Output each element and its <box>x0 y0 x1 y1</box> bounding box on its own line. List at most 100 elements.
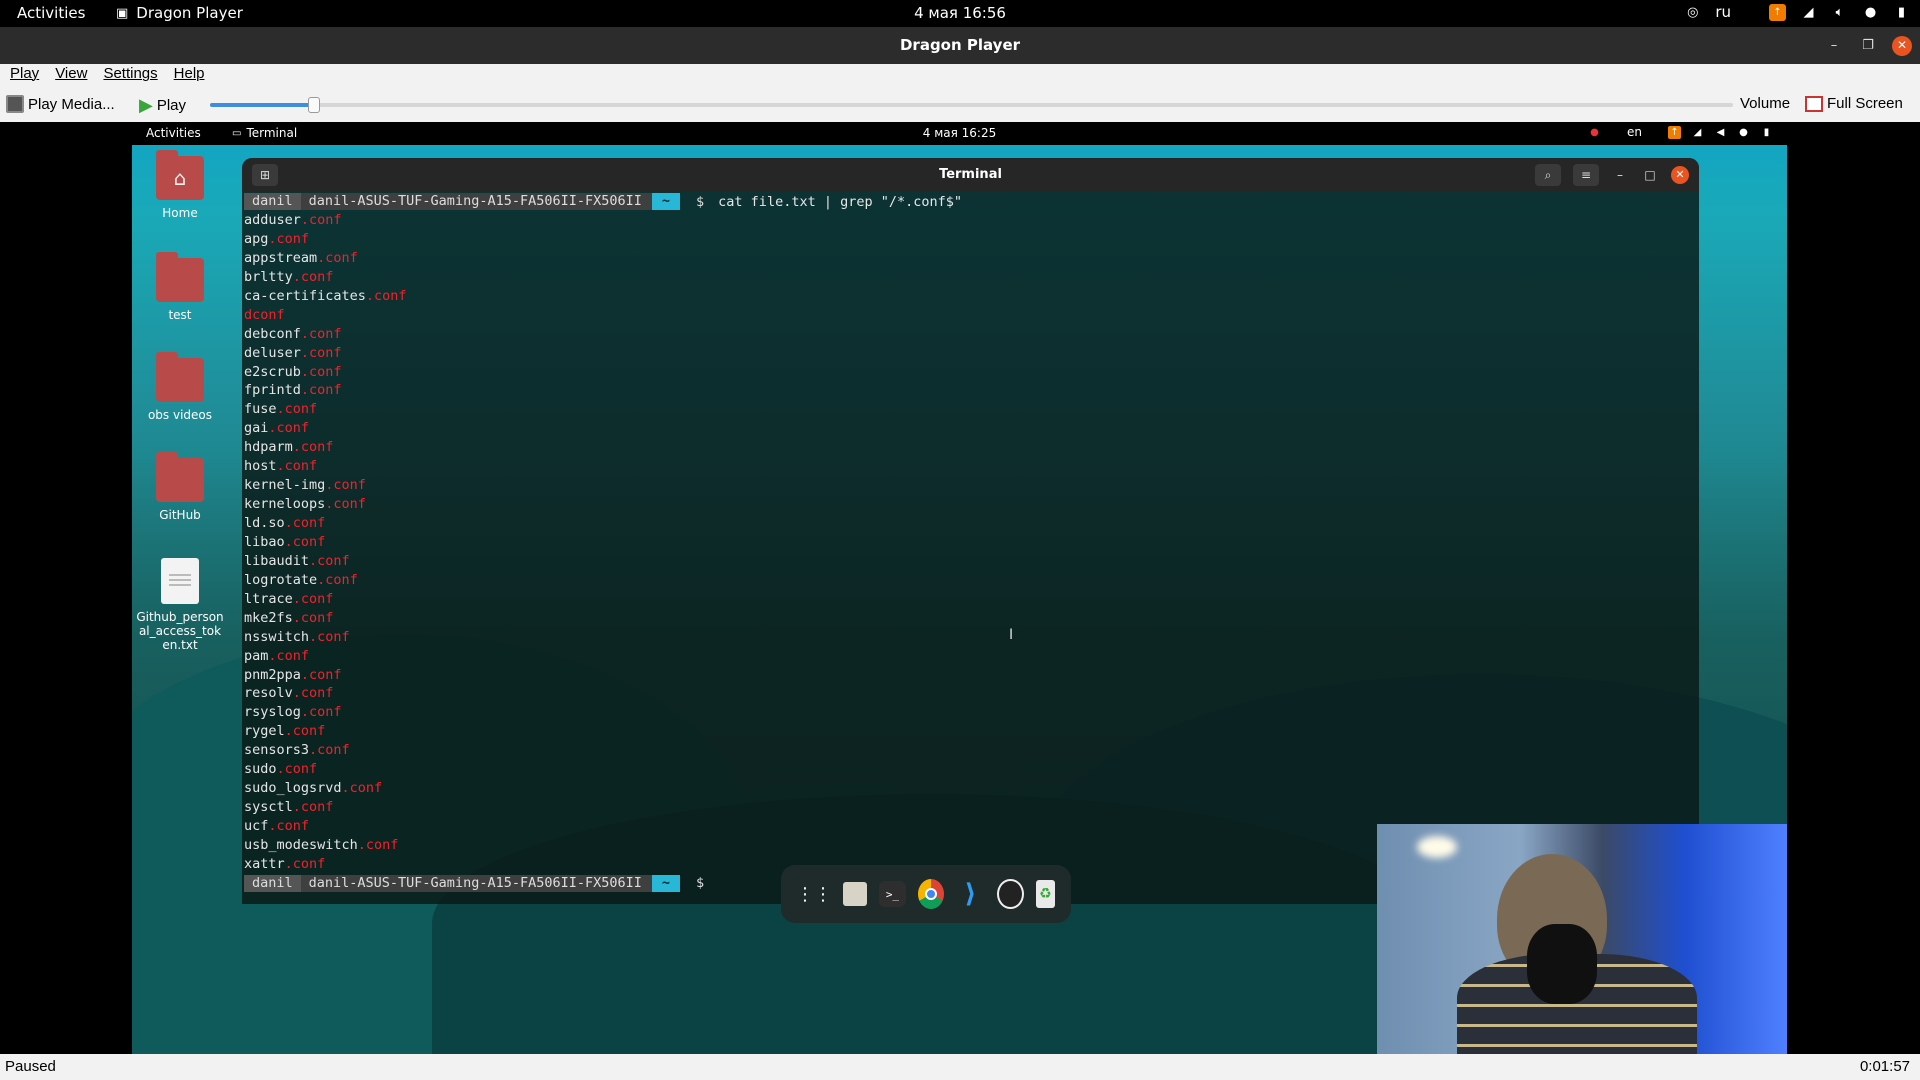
filename: ltrace <box>244 590 293 607</box>
output-line: gai.conf <box>244 419 1699 438</box>
seek-progress <box>210 103 315 107</box>
desktop-icon-label: Home <box>162 206 198 220</box>
filename: e2scrub <box>244 363 301 380</box>
match-highlight: .conf <box>300 344 342 361</box>
filename: sudo_logsrvd <box>244 780 342 797</box>
search-icon: ⌕ <box>1535 164 1561 186</box>
dock: ⋮⋮ >_ ⟩ ♻ <box>781 865 1071 923</box>
obs-tray-icon[interactable]: ◎ <box>1684 4 1701 21</box>
video-frame: Activities ▭ Terminal 4 мая 16:25 ● en ↑… <box>132 122 1787 1054</box>
fullscreen-button[interactable]: Full Screen <box>1805 95 1903 112</box>
microphone-icon: ● <box>1739 126 1748 138</box>
output-line: libaudit.conf <box>244 552 1699 571</box>
wifi-icon: ◢ <box>1693 126 1702 138</box>
close-icon[interactable]: ✕ <box>1892 35 1912 56</box>
match-highlight: .conf <box>365 287 407 304</box>
play-button[interactable]: ▶ Play <box>139 95 186 116</box>
match-highlight: .conf <box>276 761 318 778</box>
menu-settings[interactable]: Settings <box>93 64 163 88</box>
match-highlight: .conf <box>284 855 326 872</box>
keyboard-layout[interactable]: ru <box>1715 3 1731 21</box>
output-line: ltrace.conf <box>244 590 1699 609</box>
match-highlight: .conf <box>309 552 350 569</box>
minimize-icon: – <box>1617 168 1623 182</box>
filename: sysctl <box>244 799 293 816</box>
filename: debconf <box>244 325 301 342</box>
prompt-symbol: $ <box>696 193 705 210</box>
output-line: rsyslog.conf <box>244 703 1699 722</box>
wifi-icon[interactable]: ◢ <box>1800 4 1817 21</box>
match-highlight: .conf <box>268 230 310 247</box>
filename: xattr <box>244 855 285 872</box>
media-icon <box>6 95 24 113</box>
play-media-label: Play Media... <box>28 95 115 113</box>
match-highlight: .conf <box>325 477 366 494</box>
obs-icon <box>997 879 1024 909</box>
webcam-overlay <box>1377 824 1787 1054</box>
match-highlight: .conf <box>268 647 310 664</box>
volume-icon[interactable]: 🔈︎ <box>1831 4 1848 21</box>
match-highlight: .conf <box>309 628 350 645</box>
system-tray[interactable]: ◎ ru ↑ ◢ 🔈︎ ● ▮ <box>1684 3 1910 21</box>
desktop-icon-home: ⌂ Home <box>132 150 228 220</box>
match-highlight: .conf <box>300 666 342 683</box>
ceiling-light <box>1417 836 1457 858</box>
battery-icon: ▮ <box>1763 126 1770 138</box>
output-line: adduser.conf <box>244 211 1699 230</box>
output-line: ca-certificates.conf <box>244 287 1699 306</box>
output-line: dconf <box>244 306 1699 325</box>
filename: host <box>244 458 277 475</box>
filename: resolv <box>244 685 293 702</box>
output-line: kerneloops.conf <box>244 495 1699 514</box>
desktop-icon-label: test <box>168 308 192 322</box>
volume-button[interactable]: Volume <box>1740 95 1790 112</box>
play-label: Play <box>156 97 187 114</box>
seek-slider[interactable] <box>210 97 1733 113</box>
match-highlight: .conf <box>317 571 358 588</box>
recorded-layout: en <box>1627 125 1642 139</box>
terminal-icon: >_ <box>879 881 906 907</box>
dragon-player-icon: ▣ <box>116 5 129 21</box>
match-highlight: .conf <box>300 704 342 721</box>
video-area[interactable]: Activities ▭ Terminal 4 мая 16:25 ● en ↑… <box>0 122 1920 1054</box>
clock[interactable]: 4 мая 16:56 <box>0 4 1920 22</box>
filename: appstream <box>244 249 318 266</box>
filename: gai <box>244 420 269 437</box>
match-highlight: .conf <box>276 458 318 475</box>
files-icon <box>843 882 868 906</box>
activities-button[interactable]: Activities <box>17 4 85 22</box>
updates-icon[interactable]: ↑ <box>1769 3 1786 21</box>
battery-icon[interactable]: ▮ <box>1893 4 1910 21</box>
window-titlebar[interactable]: Dragon Player – ❐ ✕ <box>0 27 1920 64</box>
restore-icon[interactable]: ❐ <box>1858 36 1878 56</box>
menu-bar: Play View Settings Help <box>0 64 1920 88</box>
os-top-bar: Activities ▣ Dragon Player 4 мая 16:56 ◎… <box>0 0 1920 27</box>
recorded-tray: ● en ↑ ◢ ◀ ● ▮ <box>1588 125 1773 139</box>
playback-state: Paused <box>5 1058 56 1075</box>
filename: adduser <box>244 212 301 228</box>
prompt-host: danil-ASUS-TUF-Gaming-A15-FA506II-FX506I… <box>300 193 652 210</box>
filename: kernel-img <box>244 477 326 494</box>
menu-help[interactable]: Help <box>164 64 211 88</box>
menu-view[interactable]: View <box>45 64 93 88</box>
output-list: adduser.conf apg.conf appstream.conf brltty… <box>244 211 1699 874</box>
recorded-clock: 4 мая 16:25 <box>922 126 997 140</box>
microphone-icon[interactable]: ● <box>1862 4 1879 21</box>
output-line: nsswitch.conf <box>244 628 1699 647</box>
seek-handle[interactable] <box>308 97 321 113</box>
play-media-button[interactable]: Play Media... <box>6 95 115 113</box>
match-highlight: .conf <box>284 533 326 550</box>
match-highlight: .conf <box>276 401 318 418</box>
filename: rsyslog <box>244 704 301 721</box>
output-line: hdparm.conf <box>244 438 1699 457</box>
menu-play[interactable]: Play <box>0 64 45 88</box>
toolbar: Play Media... ▶ Play Volume Full Screen <box>0 88 1920 122</box>
output-line: debconf.conf <box>244 325 1699 344</box>
output-line: brltty.conf <box>244 268 1699 287</box>
desktop-icon-label: Github_personal_access_token.txt <box>136 610 224 652</box>
match-highlight: .conf <box>300 212 342 228</box>
minimize-icon[interactable]: – <box>1824 36 1844 56</box>
output-line: mke2fs.conf <box>244 609 1699 628</box>
app-menu[interactable]: ▣ Dragon Player <box>116 4 243 22</box>
output-line: sudo_logsrvd.conf <box>244 779 1699 798</box>
